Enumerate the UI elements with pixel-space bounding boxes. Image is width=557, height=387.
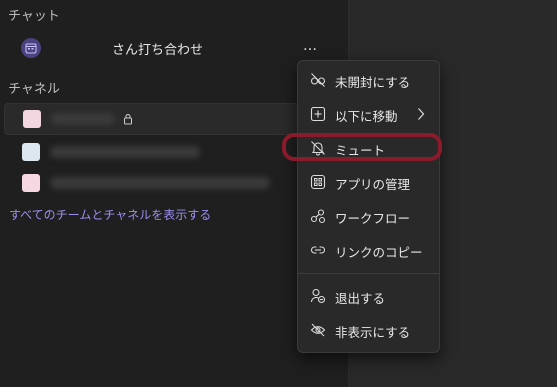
- channel-name-redacted: [50, 146, 200, 158]
- menu-item-mute[interactable]: ミュート: [298, 133, 439, 163]
- link-icon: [311, 246, 325, 254]
- menu-item-label: 未開封にする: [335, 75, 411, 90]
- menu-item-label: 退出する: [335, 291, 386, 306]
- app-window: チャット さん打ち合わせ … チャネル すべてのチームとチャネルを表示する 未開…: [0, 0, 557, 387]
- hide-eye-icon: [310, 323, 326, 337]
- channel-avatar: [22, 143, 40, 161]
- bell-mute-icon: [311, 141, 325, 156]
- menu-separator: [298, 273, 439, 274]
- leave-person-icon: [310, 288, 326, 304]
- chat-item-meeting[interactable]: さん打ち合わせ …: [0, 33, 340, 61]
- menu-item-copy-link[interactable]: リンクのコピー: [298, 235, 439, 265]
- menu-item-mark-unread[interactable]: 未開封にする: [298, 65, 439, 95]
- channel-name-redacted: [51, 113, 115, 125]
- move-plus-icon: [310, 106, 326, 122]
- menu-item-hide[interactable]: 非表示にする: [298, 315, 439, 345]
- channel-name-redacted: [50, 177, 270, 189]
- chevron-right-icon: [418, 108, 425, 120]
- channel-avatar: [22, 174, 40, 192]
- lock-icon: [124, 114, 132, 125]
- more-options-button[interactable]: …: [299, 36, 321, 58]
- menu-item-manage-apps[interactable]: アプリの管理: [298, 167, 439, 197]
- menu-item-label: アプリの管理: [335, 177, 411, 192]
- unread-glasses-icon: [310, 73, 326, 87]
- calendar-icon: [21, 38, 41, 58]
- menu-item-leave[interactable]: 退出する: [298, 281, 439, 311]
- menu-item-label: 非表示にする: [335, 325, 411, 340]
- chat-list-pane: チャット さん打ち合わせ … チャネル すべてのチームとチャネルを表示する: [0, 0, 348, 387]
- menu-item-workflow[interactable]: ワークフロー: [298, 201, 439, 231]
- context-menu: 未開封にする 以下に移動 ミュート アプリの管理 ワークフロー リンクのコピー …: [297, 60, 440, 353]
- channel-section-header[interactable]: チャネル: [8, 78, 60, 97]
- channel-item[interactable]: [4, 168, 342, 198]
- workflow-icon: [310, 209, 326, 224]
- chat-section-header[interactable]: チャット: [8, 5, 60, 24]
- channel-avatar: [23, 110, 41, 128]
- menu-item-label: 以下に移動: [335, 109, 398, 124]
- menu-item-move-to[interactable]: 以下に移動: [298, 99, 439, 129]
- menu-item-label: ワークフロー: [335, 211, 411, 226]
- menu-item-label: リンクのコピー: [335, 245, 423, 260]
- show-all-teams-link[interactable]: すべてのチームとチャネルを表示する: [9, 206, 211, 223]
- menu-item-label: ミュート: [335, 143, 386, 158]
- channel-item[interactable]: [4, 137, 342, 167]
- channel-item[interactable]: [4, 103, 344, 135]
- chat-item-name: さん打ち合わせ: [112, 43, 204, 58]
- apps-grid-icon: [310, 174, 326, 190]
